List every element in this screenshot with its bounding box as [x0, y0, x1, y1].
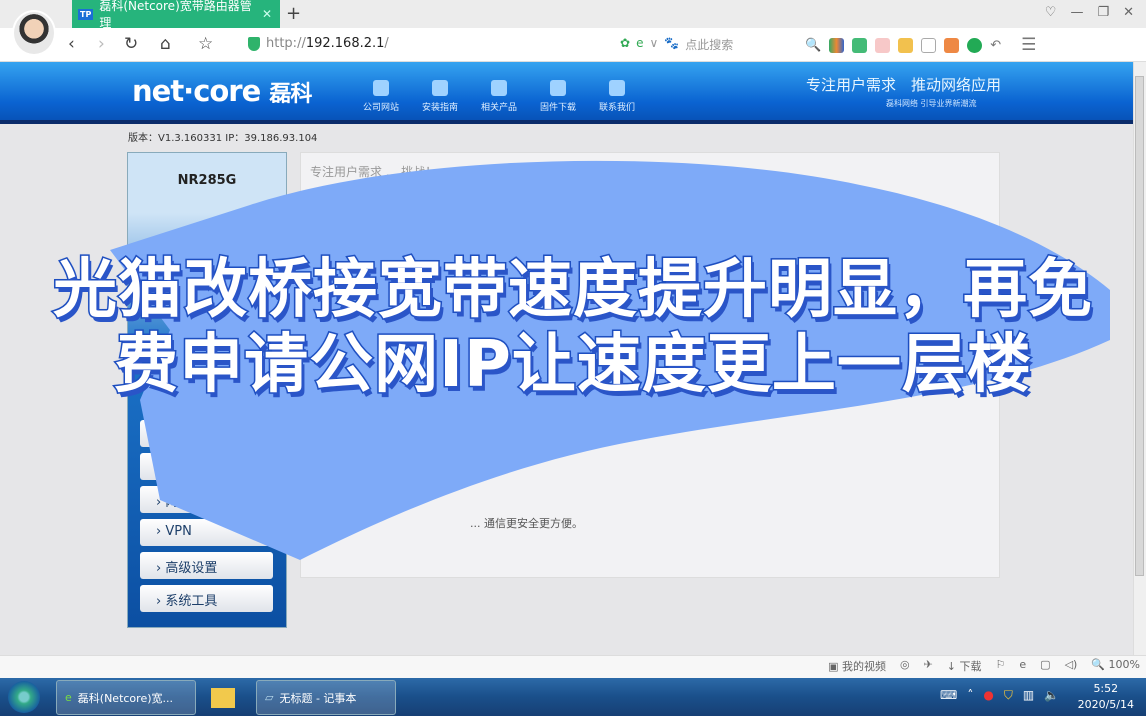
url-scheme: http://: [266, 36, 306, 51]
reload-button[interactable]: ↻: [124, 34, 138, 54]
tab-favicon-icon: TP: [78, 8, 94, 20]
discount-icon[interactable]: [944, 37, 960, 53]
clock[interactable]: 5:52 2020/5/14: [1078, 681, 1134, 713]
task-explorer[interactable]: [203, 680, 248, 715]
window-icon[interactable]: ▢: [1040, 658, 1050, 674]
menu-vpn[interactable]: › VPN: [140, 519, 273, 546]
search-box[interactable]: ✿ e ∨ 🐾 点此搜索: [620, 36, 733, 53]
menu-security[interactable]: › 网络安全: [140, 486, 273, 513]
record-icon[interactable]: ●: [983, 688, 993, 703]
keyboard-icon[interactable]: ⌨: [940, 688, 957, 703]
forward-button[interactable]: ›: [98, 34, 105, 54]
refresh-green-icon: ✿: [620, 36, 631, 50]
url-host: 192.168.2.1: [305, 36, 385, 51]
notepad-icon: ▱: [265, 691, 274, 704]
game-icon[interactable]: [921, 37, 937, 53]
home-button[interactable]: ⌂: [160, 34, 171, 54]
screenshot-icon[interactable]: [898, 37, 914, 53]
url-field[interactable]: http://192.168.2.1/: [248, 36, 389, 51]
menu-qos[interactable]: › QoS: [140, 420, 273, 447]
website-icon: [373, 80, 389, 96]
back-button[interactable]: ‹: [68, 34, 75, 54]
router-icon: [491, 80, 507, 96]
close-window-button[interactable]: ✕: [1123, 5, 1134, 20]
new-tab-button[interactable]: +: [286, 3, 301, 24]
minimize-button[interactable]: —: [1070, 5, 1083, 20]
system-tray: ⌨ ˄ ● ⛉ ▥ 🔈: [940, 688, 1059, 703]
menu-behavior[interactable]: › 上网行为管理: [140, 453, 273, 480]
task-browser[interactable]: e 磊科(Netcore)宽...: [56, 680, 196, 715]
url-path: /: [384, 36, 389, 51]
tab-title: 磊科(Netcore)宽带路由器管理: [99, 0, 252, 30]
skin-icon[interactable]: ♡: [1045, 5, 1057, 20]
baidu-paw-icon: 🐾: [664, 36, 680, 50]
security-shield-icon: [248, 36, 260, 51]
menu-system-tools[interactable]: › 系统工具: [140, 585, 273, 612]
speaker-icon[interactable]: 🔈: [1044, 688, 1059, 703]
pin-icon[interactable]: ✈: [924, 658, 933, 674]
intro-text: 专注用户需求 ... 挑战！: [310, 165, 438, 179]
favorite-star-icon[interactable]: ☆: [198, 34, 213, 54]
content-text: ... 通信更安全更方便。: [470, 517, 583, 530]
chat-icon: [609, 80, 625, 96]
speed-icon[interactable]: ◎: [900, 658, 910, 674]
overlay-title-line2: 费申请公网IP让速度更上一层楼: [113, 327, 1033, 404]
start-button[interactable]: [8, 681, 40, 713]
nav-products[interactable]: 相关产品: [469, 80, 529, 113]
dropdown-icon[interactable]: ∨: [649, 36, 658, 53]
status-items: ▣ 我的视频 ◎ ✈ ↓ 下载 ⚐ e ▢ ◁) 🔍 100%: [828, 658, 1140, 674]
zoom-level[interactable]: 🔍 100%: [1091, 658, 1140, 674]
tray-expand-icon[interactable]: ˄: [967, 688, 973, 703]
security-icon[interactable]: [852, 37, 868, 53]
tools-icon: [432, 80, 448, 96]
apps-icon[interactable]: [829, 37, 845, 53]
undo-icon[interactable]: ↶: [990, 38, 1001, 53]
browser-tab[interactable]: TP 磊科(Netcore)宽带路由器管理 ✕: [72, 0, 280, 30]
folder-icon: [211, 687, 235, 708]
network-icon[interactable]: ▥: [1023, 688, 1034, 703]
ie-mode-icon[interactable]: e: [636, 36, 643, 53]
wechat-icon[interactable]: [967, 37, 983, 53]
translate-icon[interactable]: [875, 37, 891, 53]
nav-contact[interactable]: 联系我们: [587, 80, 647, 113]
restore-button[interactable]: ❐: [1097, 5, 1109, 20]
window-controls: ♡ — ❐ ✕: [1045, 5, 1134, 20]
tab-close-icon[interactable]: ✕: [262, 7, 272, 21]
device-model: NR285G: [177, 173, 237, 188]
slogan: 专注用户需求 推动网络应用: [806, 76, 1002, 94]
search-input[interactable]: 点此搜索: [685, 36, 733, 53]
netcore-logo: net·core 磊科: [132, 74, 312, 108]
task-notepad[interactable]: ▱ 无标题 - 记事本: [256, 680, 396, 715]
my-video-button[interactable]: ▣ 我的视频: [828, 658, 886, 674]
search-icon[interactable]: 🔍: [805, 38, 821, 53]
download-button[interactable]: ↓ 下载: [947, 658, 982, 674]
browser-icon: e: [65, 691, 72, 704]
user-avatar[interactable]: [12, 10, 56, 56]
download-icon: [550, 80, 566, 96]
version-info: 版本：V1.3.160331 IP：39.186.93.104: [128, 133, 318, 144]
ie-icon[interactable]: e: [1019, 658, 1026, 674]
nav-install-guide[interactable]: 安装指南: [410, 80, 470, 113]
nav-firmware[interactable]: 固件下载: [528, 80, 588, 113]
volume-icon[interactable]: ◁): [1065, 658, 1078, 674]
menu-icon[interactable]: ☰: [1021, 35, 1036, 55]
slogan-sub: 磊科网络 引导业界新潮流: [886, 99, 977, 108]
menu-advanced[interactable]: › 高级设置: [140, 552, 273, 579]
nav-company-site[interactable]: 公司网站: [351, 80, 411, 113]
flag-icon[interactable]: ⚐: [996, 658, 1006, 674]
shield-tray-icon[interactable]: ⛉: [1004, 688, 1013, 703]
toolbar-extensions: 🔍 ↶ ☰: [805, 35, 1036, 55]
